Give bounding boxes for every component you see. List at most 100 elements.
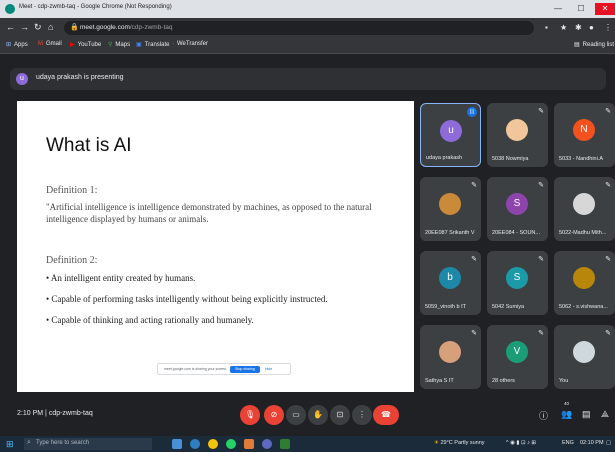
participant-name: 28 others [492,378,515,384]
activities-icon[interactable]: ⟁ [601,409,609,420]
participant-name: 5038 Nowmiya [492,156,529,162]
participant-tile[interactable]: ✎ 20EE087 Srikanth V [420,177,481,241]
bookmark-apps[interactable]: ⊞ Apps [6,41,28,48]
presenter-avatar: u [16,73,28,85]
participant-tile[interactable]: ✎ You [554,325,615,389]
hide-button[interactable]: Hide [265,367,272,371]
bookmarks-bar: ⊞ Apps M Gmail ▶ YouTube ⚲ Maps ▣ Translate ·… [0,38,615,54]
translate-icon: ▣ [136,42,142,48]
participant-name: Sathya S IT [425,378,454,384]
presenting-banner: u udaya prakash is presenting [10,68,606,90]
profile-icon[interactable]: ● [589,23,594,32]
maps-pin-icon: ⚲ [108,42,113,48]
participant-name: udaya prakash [426,155,463,161]
meeting-info: 2:10 PM | cdp-zwmb-taq [17,410,93,417]
mic-muted-icon: ✎ [471,182,477,189]
edge-icon[interactable] [190,439,200,449]
bookmark-gmail[interactable]: M Gmail [38,41,62,47]
chrome-icon[interactable] [208,439,218,449]
chrome-menu-icon[interactable]: ⋮ [604,23,612,32]
weather-sun-icon: ☀ [434,440,439,446]
close-window-button[interactable]: ✕ [595,3,615,15]
participant-name: 5059_vinoth b IT [425,304,466,310]
camera-off-button[interactable]: ⊘ [264,405,284,425]
mic-muted-icon: ✎ [605,256,611,263]
participant-name: 5062 - s.vishwana... [559,304,608,310]
participant-tile[interactable]: b ✎ 5059_vinoth b IT [420,251,481,315]
bookmark-maps[interactable]: ⚲ Maps [108,41,130,48]
participant-avatar: S [506,267,528,289]
task-view-icon[interactable] [172,439,182,449]
presenting-text: udaya prakash is presenting [36,74,124,81]
participant-tile[interactable]: S ✎ 5042 Sumiya [487,251,548,315]
url-text[interactable]: meet.google.com/cdp-zwmb-taq [80,24,173,31]
participant-avatar: b [439,267,461,289]
home-icon[interactable]: ⌂ [48,22,53,32]
screen-share-notice: meet.google.com is sharing your screen. … [157,363,291,375]
file-explorer-icon[interactable] [244,439,254,449]
slide-title: What is AI [46,135,132,156]
meeting-details-icon[interactable]: ⓘ [539,409,548,422]
bookmark-translate[interactable]: ▣ Translate [136,41,169,48]
bookmark-wetransfer[interactable]: · WeTransfer [172,41,208,47]
reading-list[interactable]: ▤ Reading list [574,41,614,48]
participant-name: 20EE084 - SOUN... [492,230,540,236]
present-now-button[interactable]: ⊡ [330,405,350,425]
participant-photo [439,341,461,363]
participant-tile[interactable]: ✎ 5022-Madhu Mith... [554,177,615,241]
participant-tile[interactable]: ✎ 5038 Nowmiya [487,103,548,167]
tray-icons[interactable]: ^ ◉ ▮ ⊡ ♪ ⊞ [506,440,536,446]
participant-name: 5042 Sumiya [492,304,525,310]
gmail-icon: M [38,41,43,47]
participant-name: 20EE087 Srikanth V [425,230,475,236]
maximize-button[interactable]: ☐ [571,3,591,15]
mic-off-button[interactable]: 🎙 [240,405,260,425]
whatsapp-icon[interactable] [226,439,236,449]
participant-avatar: V [506,341,528,363]
mic-muted-icon: ✎ [471,330,477,337]
taskbar-search[interactable]: ⌕ Type here to search [24,438,152,450]
bullet-item: • Capable of thinking and acting rationa… [46,315,254,325]
reload-icon[interactable]: ↻ [34,22,42,33]
wetransfer-icon: · [172,41,174,47]
participant-tile[interactable]: V ✎ 28 others [487,325,548,389]
app-icon[interactable] [280,439,290,449]
omnibox[interactable]: 🔒 meet.google.com/cdp-zwmb-taq [64,21,534,35]
bullet-item: • Capable of performing tasks intelligen… [46,294,328,304]
leave-call-button[interactable]: ☎ [373,405,399,425]
participant-tile[interactable]: u ||| udaya prakash [420,103,481,167]
forward-arrow-icon[interactable]: → [20,22,29,32]
definition-1-text: "Artificial intelligence is intelligence… [46,202,372,224]
bookmark-youtube[interactable]: ▶ YouTube [70,41,101,48]
bookmark-star-icon[interactable]: ★ [560,23,567,32]
input-language[interactable]: ENG [562,440,574,446]
back-arrow-icon[interactable]: ← [6,22,15,32]
camera-icon[interactable]: ▪ [545,23,548,32]
stop-sharing-button[interactable]: Stop sharing [230,366,260,373]
lock-icon: 🔒 [70,24,79,31]
more-options-button[interactable]: ⋮ [352,405,372,425]
taskbar-clock[interactable]: 02:10 PM [580,440,604,446]
weather[interactable]: ☀ 29°C Partly sunny [434,440,485,446]
bullet-item: • An intelligent entity created by human… [46,273,196,283]
participant-name: You [559,378,569,384]
participant-tile[interactable]: ✎ 5062 - s.vishwana... [554,251,615,315]
chat-icon[interactable]: ▤ [582,409,591,420]
app-icon[interactable] [262,439,272,449]
raise-hand-button[interactable]: ✋ [308,405,328,425]
participant-tile[interactable]: S ✎ 20EE084 - SOUN... [487,177,548,241]
participant-photo [573,193,595,215]
participant-photo [506,119,528,141]
windows-start-icon[interactable]: ⊞ [6,439,16,449]
people-icon[interactable]: 👥 [561,409,572,420]
participant-photo [573,341,595,363]
captions-button[interactable]: ▭ [286,405,306,425]
participant-tile[interactable]: ✎ Sathya S IT [420,325,481,389]
participant-tile[interactable]: N ✎ 5033 - Nandhini.A [554,103,615,167]
meet-favicon-icon [5,4,15,14]
mic-muted-icon: ✎ [538,330,544,337]
extensions-icon[interactable]: ✱ [575,23,582,32]
mic-muted-icon: ✎ [538,108,544,115]
notifications-icon[interactable]: ▢ [606,440,611,446]
minimize-button[interactable]: — [548,3,568,15]
